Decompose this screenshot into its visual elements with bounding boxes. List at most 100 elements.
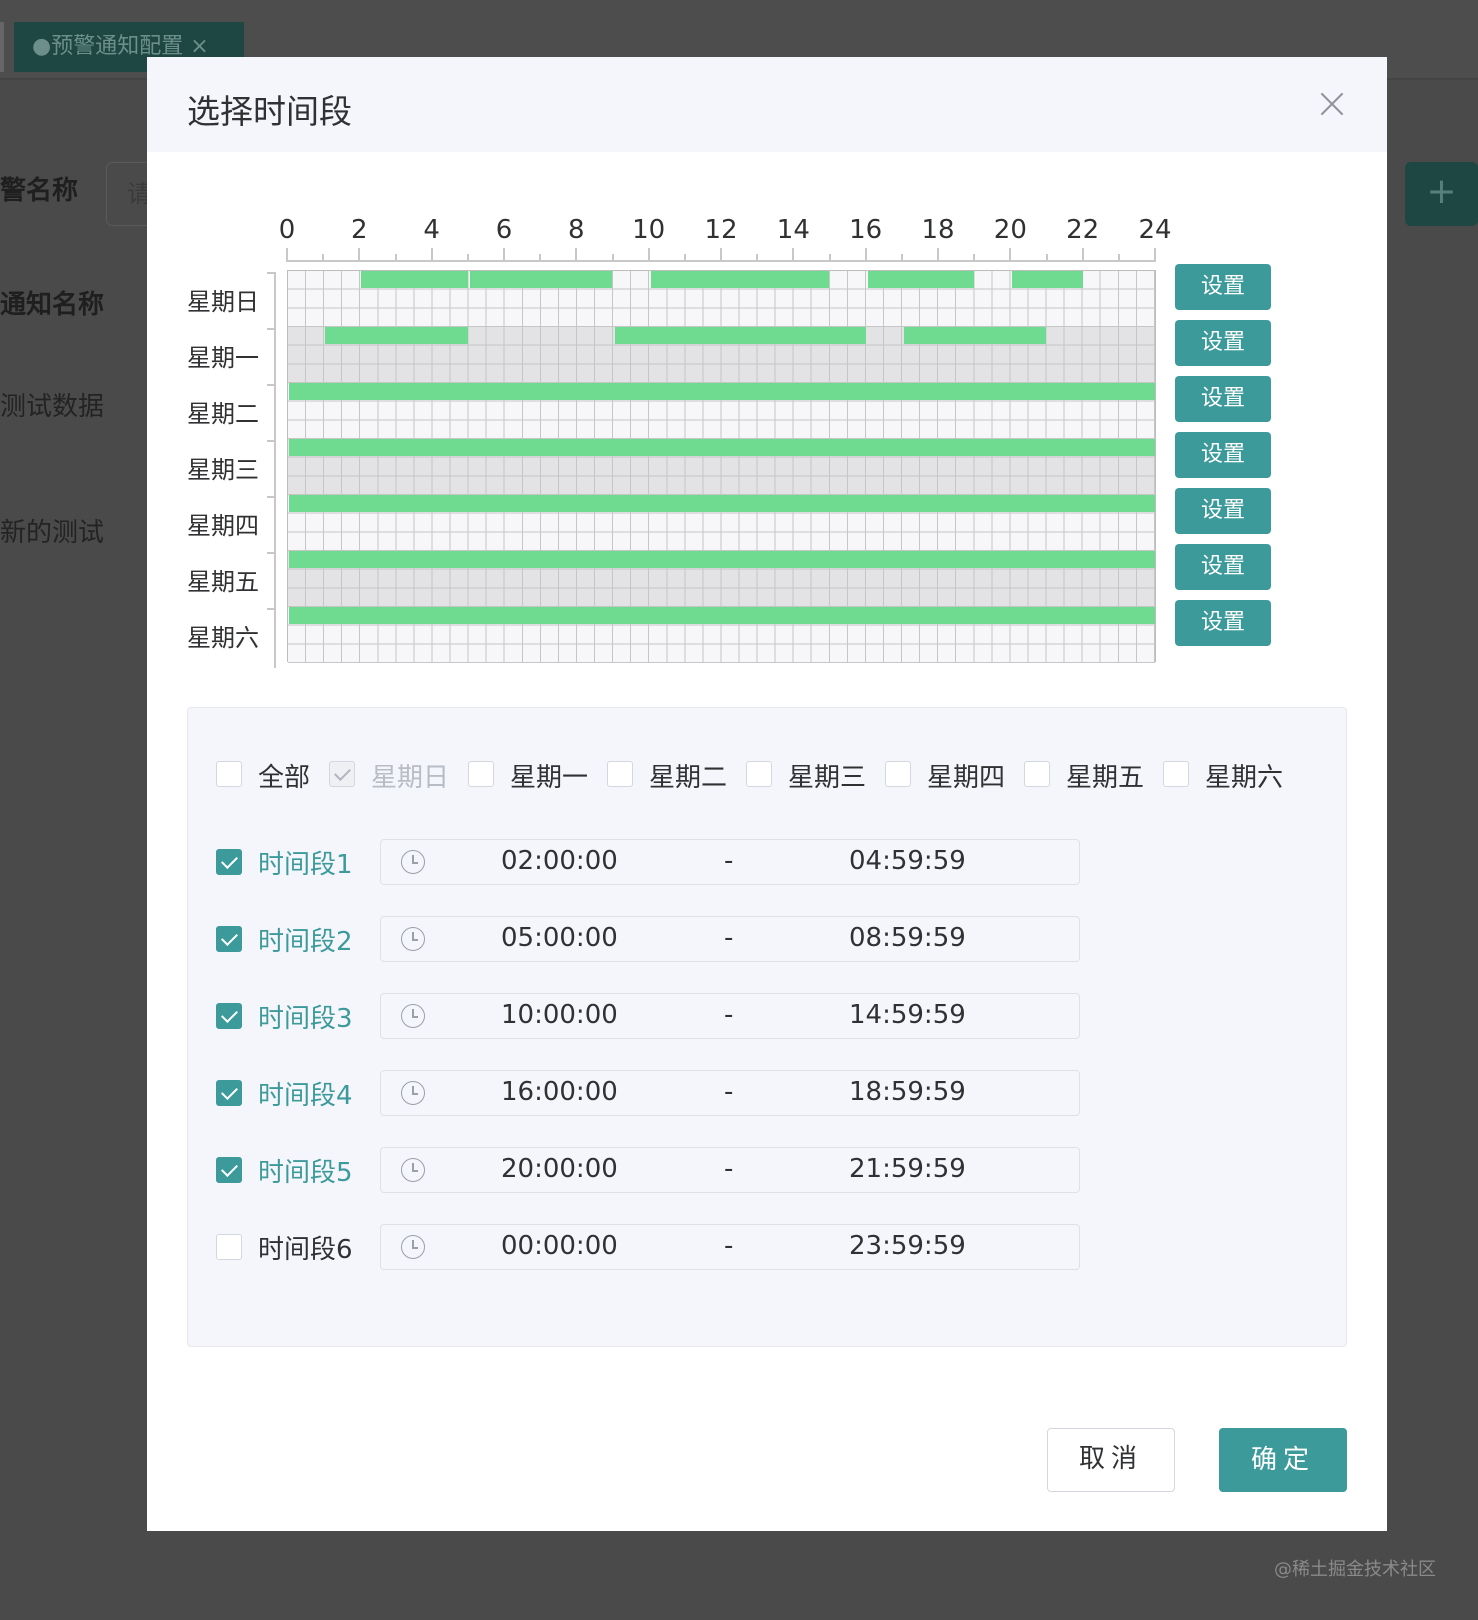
hour-tick (1009, 248, 1012, 262)
day-checkbox-label[interactable]: 星期六 (1205, 757, 1283, 794)
hour-tick (286, 248, 288, 262)
day-checkbox-label[interactable]: 星期二 (649, 757, 727, 794)
set-day-button[interactable]: 设置 (1175, 544, 1271, 590)
period-label[interactable]: 时间段2 (258, 921, 353, 958)
hour-label: 20 (993, 215, 1027, 245)
day-checkbox-label[interactable]: 星期三 (788, 757, 866, 794)
set-day-button[interactable]: 设置 (1175, 264, 1271, 310)
range-start-time[interactable]: 00:00:00 (501, 1231, 618, 1261)
selected-time-segment[interactable] (361, 271, 468, 288)
day-tick (267, 384, 276, 386)
day-checkbox[interactable] (468, 761, 494, 787)
range-end-time[interactable]: 23:59:59 (849, 1231, 966, 1261)
range-end-time[interactable]: 18:59:59 (849, 1077, 966, 1107)
day-checkbox[interactable] (607, 761, 633, 787)
range-start-time[interactable]: 05:00:00 (501, 923, 618, 953)
hour-label: 18 (921, 215, 955, 245)
selected-time-segment[interactable] (289, 439, 1155, 456)
dialog-title: 选择时间段 (187, 92, 352, 131)
period-checkbox[interactable] (216, 1234, 242, 1260)
set-day-button[interactable]: 设置 (1175, 600, 1271, 646)
dialog-header: 选择时间段 (147, 57, 1387, 152)
range-start-time[interactable]: 02:00:00 (501, 846, 618, 876)
range-start-time[interactable]: 20:00:00 (501, 1154, 618, 1184)
period-label[interactable]: 时间段4 (258, 1075, 353, 1112)
clock-icon (401, 1081, 425, 1105)
background-row-test-data: 测试数据 (0, 392, 105, 422)
time-range-picker[interactable]: 05:00:00 - 08:59:59 (380, 916, 1080, 962)
period-checkbox[interactable] (216, 849, 242, 875)
hour-tick (900, 254, 903, 262)
time-range-picker[interactable]: 10:00:00 - 14:59:59 (380, 993, 1080, 1039)
selected-time-segment[interactable] (903, 327, 1047, 344)
period-label[interactable]: 时间段3 (258, 998, 353, 1035)
set-day-button[interactable]: 设置 (1175, 376, 1271, 422)
selected-time-segment[interactable] (867, 271, 975, 288)
set-day-button[interactable]: 设置 (1175, 320, 1271, 366)
selected-time-segment[interactable] (289, 551, 1155, 568)
period-label[interactable]: 时间段1 (258, 844, 353, 881)
cancel-button[interactable]: 取消 (1047, 1428, 1175, 1492)
day-checkbox[interactable] (885, 761, 911, 787)
hour-tick (466, 254, 469, 262)
range-end-time[interactable]: 04:59:59 (849, 846, 966, 876)
day-checkbox-label[interactable]: 星期日 (371, 757, 449, 794)
period-label[interactable]: 时间段6 (258, 1229, 353, 1266)
period-checkbox[interactable] (216, 926, 242, 952)
time-range-picker[interactable]: 02:00:00 - 04:59:59 (380, 839, 1080, 885)
set-day-button[interactable]: 设置 (1175, 488, 1271, 534)
time-range-picker[interactable]: 20:00:00 - 21:59:59 (380, 1147, 1080, 1193)
close-icon[interactable] (1317, 89, 1347, 119)
time-range-picker[interactable]: 16:00:00 - 18:59:59 (380, 1070, 1080, 1116)
range-start-time[interactable]: 16:00:00 (501, 1077, 618, 1107)
clock-icon (401, 1158, 425, 1182)
day-checkbox-label[interactable]: 星期五 (1066, 757, 1144, 794)
selected-time-segment[interactable] (1012, 271, 1083, 288)
selected-time-segment[interactable] (650, 271, 830, 288)
day-checkbox-label[interactable]: 星期四 (927, 757, 1005, 794)
hour-tick (1117, 254, 1120, 262)
range-separator: - (724, 923, 734, 953)
selected-time-segment[interactable] (614, 327, 866, 344)
hour-tick (1154, 248, 1156, 262)
clock-icon (401, 850, 425, 874)
day-checkbox[interactable] (1163, 761, 1189, 787)
day-checkbox[interactable] (329, 761, 355, 787)
hour-tick (792, 248, 795, 262)
period-label[interactable]: 时间段5 (258, 1152, 353, 1189)
range-separator: - (724, 1000, 734, 1030)
day-checkbox-label[interactable]: 全部 (258, 757, 310, 794)
range-start-time[interactable]: 10:00:00 (501, 1000, 618, 1030)
range-end-time[interactable]: 14:59:59 (849, 1000, 966, 1030)
selected-time-segment[interactable] (289, 607, 1155, 624)
range-end-time[interactable]: 21:59:59 (849, 1154, 966, 1184)
selected-time-segment[interactable] (325, 327, 468, 344)
set-day-button[interactable]: 设置 (1175, 432, 1271, 478)
selected-time-segment[interactable] (289, 495, 1155, 512)
day-checkbox[interactable] (1024, 761, 1050, 787)
range-end-time[interactable]: 08:59:59 (849, 923, 966, 953)
hour-label: 2 (351, 215, 368, 245)
day-checkbox[interactable] (746, 761, 772, 787)
hour-label: 0 (278, 215, 296, 245)
range-separator: - (724, 846, 734, 876)
period-checkbox[interactable] (216, 1003, 242, 1029)
selected-time-segment[interactable] (469, 271, 613, 288)
selected-time-segment[interactable] (289, 383, 1155, 400)
hour-tick (394, 254, 397, 262)
hour-tick (647, 248, 650, 262)
period-checkbox[interactable] (216, 1157, 242, 1183)
period-checkbox[interactable] (216, 1080, 242, 1106)
range-separator: - (724, 1077, 734, 1107)
clock-icon (401, 927, 425, 951)
day-checkbox-label[interactable]: 星期一 (510, 757, 588, 794)
grid-area[interactable] (287, 270, 1156, 663)
hour-label: 24 (1138, 215, 1172, 245)
hour-tick (973, 254, 976, 262)
hour-tick (358, 248, 361, 262)
time-range-picker[interactable]: 00:00:00 - 23:59:59 (380, 1224, 1080, 1270)
time-period-dialog: 选择时间段 0 2 4 6 8 10 12 14 16 18 20 22 24 星期日 设置 星期一 设置 星期二… (147, 57, 1387, 1531)
confirm-button[interactable]: 确定 (1219, 1428, 1347, 1492)
hour-label: 6 (495, 215, 513, 245)
select-all-checkbox[interactable] (216, 761, 242, 787)
